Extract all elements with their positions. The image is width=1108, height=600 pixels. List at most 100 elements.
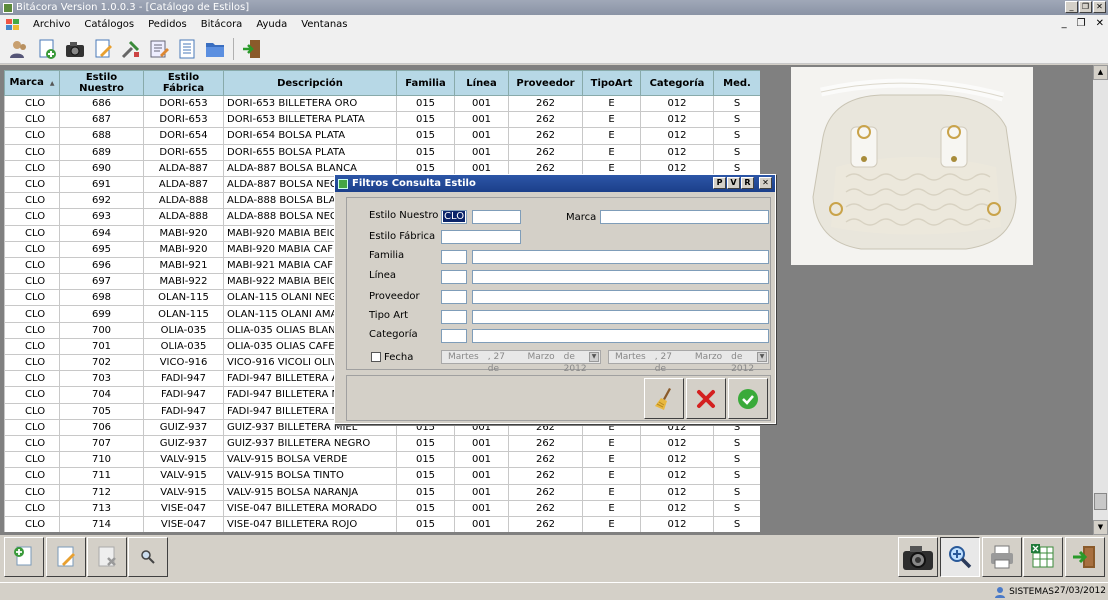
workspace-scrollbar[interactable]: ▲ ▼ <box>1093 65 1108 535</box>
column-header[interactable]: Estilo Fábrica <box>143 70 224 96</box>
add-document-icon[interactable] <box>34 36 60 62</box>
column-header[interactable]: Línea <box>454 70 509 96</box>
fecha-desde-picker[interactable]: Martes, 27 de Marzo de 2012 ▼ <box>441 350 601 374</box>
list-document-icon[interactable] <box>174 36 200 62</box>
dialog-filter-panel: Estilo Nuestro CLO Marca Estilo Fábrica … <box>346 197 771 374</box>
mdi-minimize-button[interactable]: _ <box>1062 18 1067 29</box>
minimize-button[interactable]: _ <box>1065 1 1078 13</box>
restore-button[interactable]: ❐ <box>1079 1 1092 13</box>
column-header[interactable]: Descripción <box>223 70 397 96</box>
column-header[interactable]: Med. <box>713 70 760 96</box>
categoria-desc-field[interactable] <box>472 329 769 343</box>
edit-record-button[interactable] <box>46 537 86 577</box>
menu-ventanas[interactable]: Ventanas <box>294 19 354 30</box>
menu-pedidos[interactable]: Pedidos <box>141 19 194 30</box>
report-icon[interactable] <box>146 36 172 62</box>
table-row[interactable]: CLO 688 DORI-654 DORI-654 BOLSA PLATA 015 001… <box>4 127 760 145</box>
add-record-button[interactable] <box>4 537 44 577</box>
menu-archivo[interactable]: Archivo <box>26 19 77 30</box>
print-icon <box>991 545 1013 569</box>
scroll-down-arrow-icon[interactable]: ▼ <box>1093 520 1108 535</box>
scroll-up-arrow-icon[interactable]: ▲ <box>1093 65 1108 80</box>
table-row[interactable]: CLO 712 VALV-915 VALV-915 BOLSA NARANJA 015 0… <box>4 483 760 501</box>
table-row[interactable]: CLO 686 DORI-653 DORI-653 BILLETERA ORO 015 0… <box>4 94 760 113</box>
status-date: 27/03/2012 <box>1054 586 1106 596</box>
menu-bitacora[interactable]: Bitácora <box>194 19 250 30</box>
table-cell: 699 <box>59 305 144 323</box>
dialog-title-bar[interactable]: Filtros Consulta Estilo <box>335 175 775 192</box>
table-cell: CLO <box>4 240 60 258</box>
tipo-art-code-field[interactable] <box>441 310 467 324</box>
table-cell: GUIZ-937 <box>143 434 224 453</box>
familia-desc-field[interactable] <box>472 250 769 264</box>
zoom-button[interactable] <box>940 537 980 577</box>
menu-catalogos[interactable]: Catálogos <box>77 19 141 30</box>
exit-icon[interactable] <box>239 36 265 62</box>
menu-ayuda[interactable]: Ayuda <box>249 19 294 30</box>
table-cell: 691 <box>59 175 144 194</box>
table-cell: 001 <box>454 451 509 469</box>
scroll-thumb[interactable] <box>1094 493 1107 510</box>
table-cell: MABI-921 <box>143 256 224 275</box>
dialog-r-button[interactable]: R <box>741 177 754 189</box>
dialog-v-button[interactable]: V <box>727 177 740 189</box>
table-cell: 700 <box>59 321 144 339</box>
estilo-prefix-field[interactable]: CLO <box>441 210 467 224</box>
estilo-nuestro-field[interactable] <box>472 210 521 224</box>
print-button[interactable] <box>982 537 1022 577</box>
users-icon[interactable] <box>6 36 32 62</box>
proveedor-desc-field[interactable] <box>472 290 769 304</box>
table-cell: 001 <box>454 499 509 517</box>
folder-icon[interactable] <box>202 36 228 62</box>
table-row[interactable]: CLO 713 VISE-047 VISE-047 BILLETERA MORADO 0… <box>4 499 760 517</box>
linea-desc-field[interactable] <box>472 270 769 284</box>
table-row[interactable]: CLO 710 VALV-915 VALV-915 BOLSA VERDE 015 001… <box>4 451 760 469</box>
table-row[interactable]: CLO 707 GUIZ-937 GUIZ-937 BILLETERA NEGRO 01… <box>4 434 760 453</box>
table-row[interactable]: CLO 687 DORI-653 DORI-653 BILLETERA PLATA 01… <box>4 111 760 129</box>
dialog-p-button[interactable]: P <box>713 177 726 189</box>
tipo-art-desc-field[interactable] <box>472 310 769 324</box>
table-cell: E <box>582 483 641 501</box>
export-excel-button[interactable] <box>1023 537 1063 577</box>
estilo-fabrica-field[interactable] <box>441 230 521 244</box>
cancel-button[interactable] <box>686 378 726 419</box>
marca-field[interactable] <box>600 210 769 224</box>
table-cell: VALV-915 <box>143 451 224 469</box>
linea-code-field[interactable] <box>441 270 467 284</box>
mdi-restore-button[interactable]: ❐ <box>1077 18 1086 29</box>
table-row[interactable]: CLO 711 VALV-915 VALV-915 BOLSA TINTO 015 001… <box>4 467 760 485</box>
chevron-down-icon[interactable]: ▼ <box>757 352 767 362</box>
exit-button[interactable] <box>1065 537 1105 577</box>
fecha-checkbox[interactable] <box>371 352 381 362</box>
tools-icon[interactable] <box>118 36 144 62</box>
column-header[interactable]: Marca ▲ <box>4 70 60 96</box>
close-button[interactable]: ✕ <box>1093 1 1106 13</box>
clear-button[interactable] <box>644 378 684 419</box>
table-cell: 262 <box>508 143 583 161</box>
fecha-hasta-picker[interactable]: Martes, 27 de Marzo de 2012 ▼ <box>608 350 769 374</box>
edit-document-icon[interactable] <box>90 36 116 62</box>
table-cell: 714 <box>59 515 144 532</box>
familia-code-field[interactable] <box>441 250 467 264</box>
photo-button[interactable] <box>898 537 938 577</box>
column-header[interactable]: Proveedor <box>508 70 583 96</box>
delete-record-button[interactable] <box>87 537 127 577</box>
proveedor-code-field[interactable] <box>441 290 467 304</box>
column-header[interactable]: Familia <box>396 70 455 96</box>
categoria-code-field[interactable] <box>441 329 467 343</box>
status-user: SISTEMAS <box>994 586 1054 598</box>
mdi-close-button[interactable]: ✕ <box>1096 18 1104 29</box>
table-row[interactable]: CLO 689 DORI-655 DORI-655 BOLSA PLATA 015 001… <box>4 143 760 161</box>
chevron-down-icon[interactable]: ▼ <box>589 352 599 362</box>
accept-button[interactable] <box>728 378 768 419</box>
table-cell: E <box>582 143 641 161</box>
camera-icon[interactable] <box>62 36 88 62</box>
column-header[interactable]: TipoArt <box>582 70 641 96</box>
column-header[interactable]: Estilo Nuestro <box>59 70 144 96</box>
mdi-child-icon[interactable] <box>6 18 20 31</box>
dialog-close-button[interactable]: ✕ <box>759 177 772 189</box>
table-row[interactable]: CLO 714 VISE-047 VISE-047 BILLETERA ROJO 015… <box>4 515 760 532</box>
table-cell: DORI-653 BILLETERA ORO <box>223 94 397 113</box>
search-button[interactable] <box>128 537 168 577</box>
column-header[interactable]: Categoría <box>640 70 714 96</box>
